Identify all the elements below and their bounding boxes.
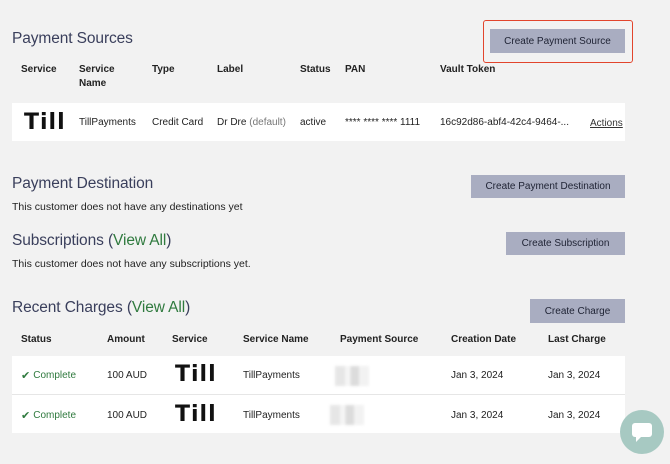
rc-header-last-charge: Last Charge [548,334,606,345]
ps-header-service: Service [21,64,57,75]
charge-amount: 100 AUD [107,370,148,381]
check-icon: ✔ [21,370,31,382]
create-payment-destination-button[interactable]: Create Payment Destination [471,175,625,198]
payment-source-thumbnail [330,405,364,425]
charge-row[interactable] [12,395,625,433]
charge-service-name: TillPayments [243,370,300,381]
rc-header-service-name: Service Name [243,334,309,345]
ps-header-type: Type [152,64,175,75]
charge-row[interactable] [12,356,625,394]
ps-header-status: Status [300,64,331,75]
rc-header-service: Service [172,334,208,345]
charge-status: ✔ Complete [21,410,77,422]
ps-header-label: Label [217,64,244,75]
recent-charges-view-all-link[interactable]: View All [132,299,185,316]
subscriptions-title: Subscriptions (View All) [12,232,172,249]
ps-header-service-name: Service Name [79,64,115,89]
create-payment-source-button[interactable]: Create Payment Source [490,29,625,53]
ps-vault-token: 16c92d86-abf4-42c4-9464-... [440,117,569,128]
create-subscription-button[interactable]: Create Subscription [506,232,625,255]
ps-header-pan: PAN [345,64,366,75]
ps-header-vault-token: Vault Token [440,64,496,75]
create-charge-button[interactable]: Create Charge [530,299,625,323]
till-service-logo: Till [175,402,217,427]
payment-source-thumbnail [335,366,369,386]
charge-amount: 100 AUD [107,410,148,421]
rc-header-creation-date: Creation Date [451,334,517,345]
charge-last-charge: Jan 3, 2024 [548,410,601,421]
charge-creation-date: Jan 3, 2024 [451,410,504,421]
ps-pan: **** **** **** 1111 [345,117,421,128]
payment-destination-title: Payment Destination [12,175,154,192]
charge-service-name: TillPayments [243,410,300,421]
ps-service-name: TillPayments [79,117,136,128]
charge-creation-date: Jan 3, 2024 [451,370,504,381]
recent-charges-title: Recent Charges (View All) [12,299,191,316]
ps-label: Dr Dre (default) [217,117,286,128]
charge-status: ✔ Complete [21,370,77,382]
till-service-logo: Till [24,110,66,135]
rc-header-amount: Amount [107,334,145,345]
rc-header-status: Status [21,334,52,345]
ps-status: active [300,117,327,128]
rc-header-payment-source: Payment Source [340,334,419,345]
subscriptions-view-all-link[interactable]: View All [113,232,166,249]
ps-actions-link[interactable]: Actions [590,118,623,129]
charge-last-charge: Jan 3, 2024 [548,370,601,381]
chat-launcher-button[interactable] [620,410,664,454]
till-service-logo: Till [175,362,217,387]
ps-label-default: (default) [249,117,286,128]
subscriptions-empty-note: This customer does not have any subscrip… [12,258,251,270]
ps-type: Credit Card [152,117,204,128]
destination-empty-note: This customer does not have any destinat… [12,201,243,213]
check-icon: ✔ [21,410,31,422]
payment-sources-title: Payment Sources [12,30,133,47]
chat-bubble-icon [632,423,652,442]
